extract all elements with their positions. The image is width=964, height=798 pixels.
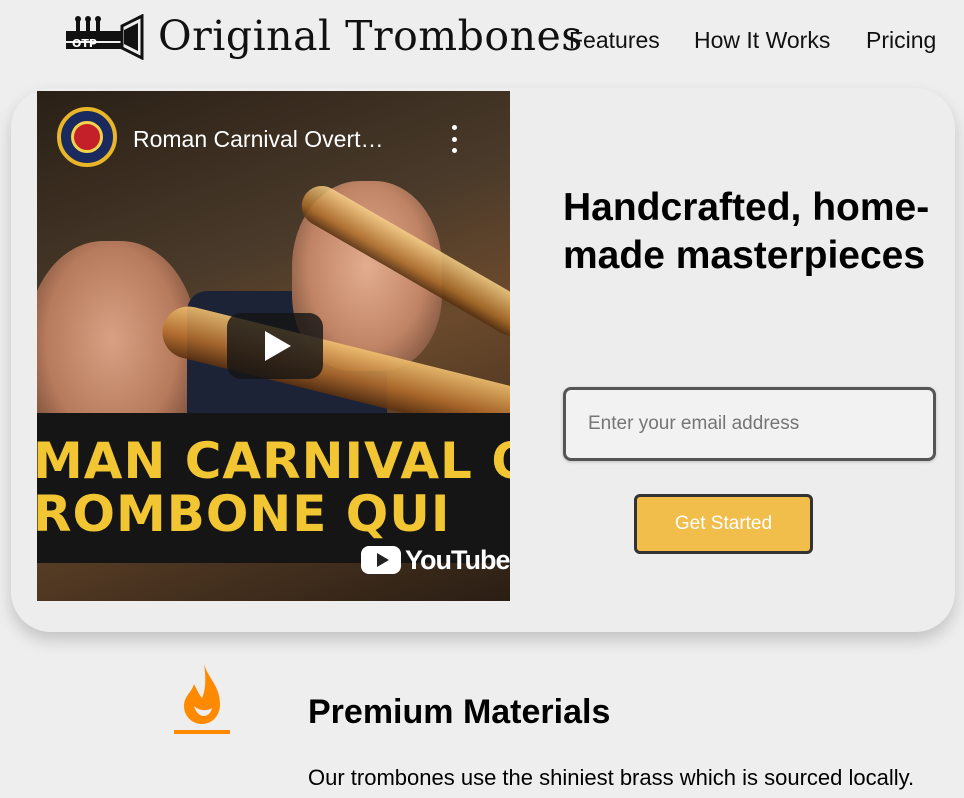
- channel-avatar-icon[interactable]: [57, 107, 117, 167]
- get-started-button[interactable]: Get Started: [634, 494, 813, 554]
- feature-title: Premium Materials: [308, 693, 611, 731]
- brand-name[interactable]: Original Trombones: [158, 8, 583, 64]
- youtube-logo[interactable]: YouTube: [361, 543, 510, 577]
- play-icon: [265, 331, 291, 361]
- video-embed[interactable]: MAN CARNIVAL OVI ROMBONE QUI Roman Carni…: [37, 91, 510, 601]
- trumpet-logo-icon[interactable]: OTP: [62, 14, 144, 60]
- nav-link-features[interactable]: Features: [569, 26, 660, 54]
- more-options-icon[interactable]: [449, 125, 459, 153]
- nav-link-pricing[interactable]: Pricing: [866, 26, 936, 54]
- logo-letters: OTP: [72, 37, 97, 50]
- youtube-icon: [361, 546, 401, 574]
- play-button[interactable]: [227, 313, 323, 379]
- video-overlay-text: ROMBONE QUI: [37, 485, 451, 543]
- youtube-wordmark: YouTube: [405, 545, 510, 575]
- email-input[interactable]: [563, 387, 936, 461]
- hero-headline: Handcrafted, home-made masterpieces: [563, 186, 930, 277]
- fire-icon: [174, 664, 230, 734]
- video-overlay-text: MAN CARNIVAL OVI: [37, 432, 510, 490]
- site-header: OTP Original Trombones Features How It W…: [0, 0, 964, 80]
- nav-link-how-it-works[interactable]: How It Works: [694, 26, 830, 54]
- video-title[interactable]: Roman Carnival Overt…: [133, 125, 384, 153]
- feature-description: Our trombones use the shiniest brass whi…: [308, 765, 915, 798]
